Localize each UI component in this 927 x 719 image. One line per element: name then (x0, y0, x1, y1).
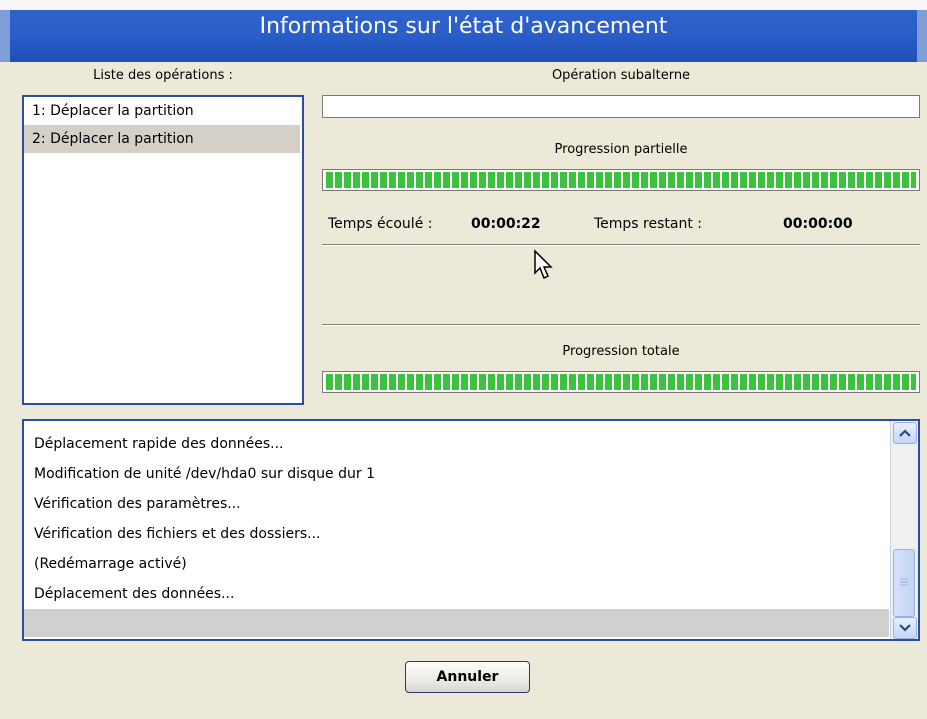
title-bar: Informations sur l'état d'avancement (0, 0, 927, 62)
operation-item-1[interactable]: 1: Déplacer la partition (24, 97, 302, 125)
elapsed-time-label: Temps écoulé : (328, 216, 433, 232)
total-progress-fill (326, 374, 916, 390)
operations-list-label: Liste des opérations : (93, 68, 233, 83)
log-line-selected (24, 609, 889, 637)
chevron-down-icon (899, 624, 911, 632)
operations-list[interactable]: 1: Déplacer la partition 2: Déplacer la … (22, 95, 304, 405)
separator-bottom (322, 324, 920, 326)
partial-progress-bar (322, 169, 920, 191)
partial-progress-label: Progression partielle (554, 142, 688, 157)
grip-icon (900, 578, 908, 586)
scroll-up-button[interactable] (893, 422, 917, 444)
cancel-button[interactable]: Annuler (405, 661, 530, 693)
remaining-time-value: 00:00:00 (783, 216, 853, 232)
log-line: Vérification des paramètres... (34, 496, 241, 512)
separator-top (322, 244, 920, 246)
elapsed-time-value: 00:00:22 (471, 216, 541, 232)
log-line: Déplacement rapide des données... (34, 436, 284, 452)
remaining-time-label: Temps restant : (594, 216, 703, 232)
progress-dialog: Informations sur l'état d'avancement Lis… (0, 0, 927, 719)
log-line: (Redémarrage activé) (34, 556, 187, 572)
sub-operation-field (322, 95, 920, 118)
log-line: Déplacement des données... (34, 586, 235, 602)
log-scrollbar[interactable] (890, 421, 918, 639)
log-lines: Déplacement rapide des données... Modifi… (24, 421, 918, 637)
scroll-down-button[interactable] (893, 617, 917, 639)
window-title: Informations sur l'état d'avancement (259, 14, 668, 39)
sub-operation-label: Opération subalterne (551, 68, 691, 83)
operation-item-2[interactable]: 2: Déplacer la partition (24, 125, 300, 153)
mouse-pointer-icon (534, 249, 553, 280)
chevron-up-icon (899, 429, 911, 437)
partial-progress-fill (326, 172, 916, 188)
scrollbar-thumb[interactable] (893, 549, 915, 617)
log-line: Vérification des fichiers et des dossier… (34, 526, 321, 542)
total-progress-label: Progression totale (562, 344, 680, 359)
log-line: Modification de unité /dev/hda0 sur disq… (34, 466, 375, 482)
log-list[interactable]: Déplacement rapide des données... Modifi… (22, 419, 920, 641)
total-progress-bar (322, 371, 920, 393)
